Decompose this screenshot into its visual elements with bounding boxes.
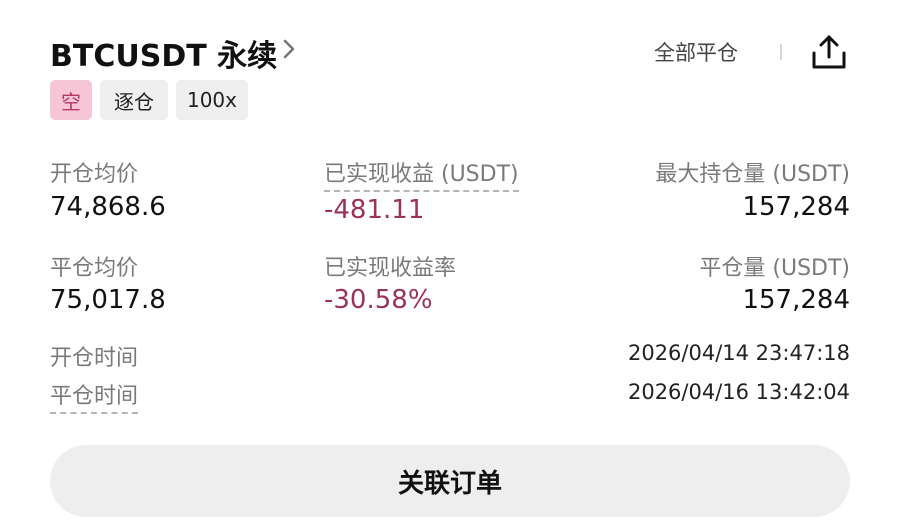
realized-pnl-value: -481.11 [324, 195, 425, 225]
close-avg-price-label: 平仓均价 [50, 256, 139, 281]
share-upload-icon[interactable] [810, 33, 848, 71]
side-tag: 空 [50, 80, 92, 120]
close-avg-price-value: 75,017.8 [50, 285, 166, 315]
close-time-label[interactable]: 平仓时间 [50, 378, 139, 414]
margin-mode-tag: 逐仓 [100, 80, 168, 120]
leverage-tag: 100x [176, 80, 248, 120]
open-time-label: 开仓时间 [50, 346, 139, 371]
open-avg-price-label: 开仓均价 [50, 162, 139, 187]
chevron-right-icon[interactable] [278, 38, 300, 60]
closed-amount-value: 157,284 [742, 285, 850, 315]
realized-pnl-rate-value: -30.58% [324, 285, 433, 315]
close-time-value: 2026/04/16 13:42:04 [627, 380, 850, 404]
realized-pnl-rate-label: 已实现收益率 [324, 256, 457, 281]
position-detail-card: BTCUSDT 永续 全部平仓 空 逐仓 100x 开仓均价 74,868.6 … [0, 0, 900, 525]
realized-pnl-label[interactable]: 已实现收益 (USDT) [324, 156, 519, 192]
closed-amount-label: 平仓量 (USDT) [699, 256, 850, 281]
open-avg-price-value: 74,868.6 [50, 192, 166, 222]
close-all-button[interactable]: 全部平仓 [654, 37, 738, 67]
header-divider [780, 44, 782, 60]
open-time-value: 2026/04/14 23:47:18 [627, 341, 850, 365]
related-orders-button[interactable]: 关联订单 [50, 445, 850, 517]
max-position-value: 157,284 [742, 192, 850, 222]
symbol-title[interactable]: BTCUSDT 永续 [50, 31, 277, 75]
max-position-label: 最大持仓量 (USDT) [655, 162, 850, 187]
